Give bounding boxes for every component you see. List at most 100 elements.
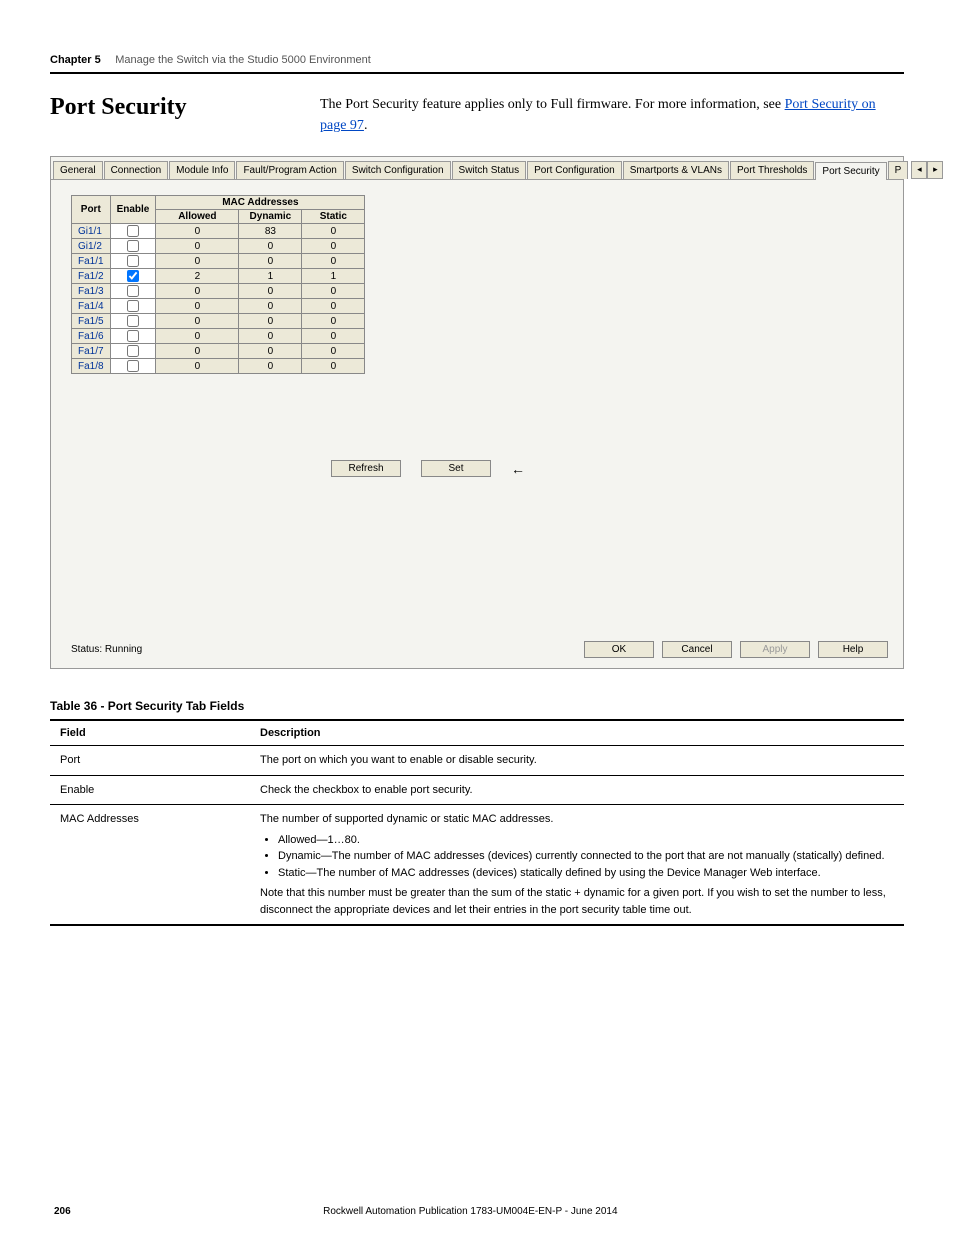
desc-col-desc: Description (250, 720, 904, 746)
static-cell: 0 (302, 314, 365, 329)
dynamic-cell: 0 (239, 329, 302, 344)
status-label: Status: Running (71, 644, 142, 655)
desc-field: Port (50, 746, 250, 776)
section-title: Port Security (50, 94, 320, 136)
port-security-table: Port Enable MAC Addresses Allowed Dynami… (71, 195, 365, 374)
tab-thresholds[interactable]: Port Thresholds (730, 161, 814, 179)
arrow-left-icon: ← (511, 461, 525, 477)
port-cell: Fa1/5 (72, 314, 111, 329)
port-cell: Fa1/2 (72, 269, 111, 284)
static-cell: 0 (302, 239, 365, 254)
allowed-cell[interactable]: 0 (156, 254, 239, 269)
desc-field: Enable (50, 775, 250, 805)
description-table: Field Description Port The port on which… (50, 719, 904, 926)
tab-scroll-right-icon[interactable]: ▸ (927, 161, 943, 179)
dynamic-cell: 0 (239, 239, 302, 254)
dialog-body: Port Enable MAC Addresses Allowed Dynami… (51, 180, 903, 635)
enable-checkbox[interactable] (127, 225, 139, 237)
enable-cell (110, 239, 156, 254)
apply-button[interactable]: Apply (740, 641, 810, 658)
static-cell: 1 (302, 269, 365, 284)
refresh-button[interactable]: Refresh (331, 460, 401, 477)
allowed-cell[interactable]: 0 (156, 314, 239, 329)
table-row: Fa1/8000 (72, 359, 365, 374)
static-cell: 0 (302, 359, 365, 374)
enable-checkbox[interactable] (127, 270, 139, 282)
table-row: Fa1/2211 (72, 269, 365, 284)
static-cell: 0 (302, 329, 365, 344)
desc-field: MAC Addresses (50, 805, 250, 926)
tab-scroll-left-icon[interactable]: ◂ (911, 161, 927, 179)
enable-checkbox[interactable] (127, 315, 139, 327)
table-row: Fa1/4000 (72, 299, 365, 314)
bullet: Dynamic—The number of MAC addresses (dev… (278, 848, 894, 865)
col-mac-group: MAC Addresses (156, 196, 365, 210)
set-button[interactable]: Set (421, 460, 491, 477)
col-enable: Enable (110, 196, 156, 224)
intro-section: Port Security The Port Security feature … (50, 94, 904, 136)
col-allowed: Allowed (156, 210, 239, 224)
tab-switch-status[interactable]: Switch Status (452, 161, 527, 179)
allowed-cell[interactable]: 0 (156, 284, 239, 299)
bullet: Allowed—1…80. (278, 832, 894, 849)
port-cell: Fa1/1 (72, 254, 111, 269)
desc-col-field: Field (50, 720, 250, 746)
enable-checkbox[interactable] (127, 360, 139, 372)
allowed-cell[interactable]: 0 (156, 359, 239, 374)
tab-switch-config[interactable]: Switch Configuration (345, 161, 451, 179)
allowed-cell[interactable]: 0 (156, 344, 239, 359)
port-cell: Gi1/1 (72, 224, 111, 239)
port-cell: Fa1/6 (72, 329, 111, 344)
mac-intro: The number of supported dynamic or stati… (260, 811, 894, 828)
port-cell: Fa1/3 (72, 284, 111, 299)
tab-port-security[interactable]: Port Security (815, 162, 886, 180)
tab-strip: General Connection Module Info Fault/Pro… (51, 157, 903, 180)
table-row: Gi1/2000 (72, 239, 365, 254)
ok-button[interactable]: OK (584, 641, 654, 658)
enable-checkbox[interactable] (127, 285, 139, 297)
dynamic-cell: 0 (239, 284, 302, 299)
col-dynamic: Dynamic (239, 210, 302, 224)
enable-checkbox[interactable] (127, 255, 139, 267)
tab-fault[interactable]: Fault/Program Action (236, 161, 343, 179)
allowed-cell[interactable]: 0 (156, 224, 239, 239)
dialog-footer: Status: Running OK Cancel Apply Help (51, 635, 903, 668)
allowed-cell[interactable]: 2 (156, 269, 239, 284)
allowed-cell[interactable]: 0 (156, 329, 239, 344)
tab-module-info[interactable]: Module Info (169, 161, 235, 179)
dynamic-cell: 0 (239, 314, 302, 329)
tab-smartports[interactable]: Smartports & VLANs (623, 161, 729, 179)
port-cell: Gi1/2 (72, 239, 111, 254)
desc-value: The number of supported dynamic or stati… (250, 805, 904, 926)
static-cell: 0 (302, 254, 365, 269)
action-row: Refresh Set ← (331, 460, 525, 477)
tab-port-config[interactable]: Port Configuration (527, 161, 622, 179)
allowed-cell[interactable]: 0 (156, 299, 239, 314)
enable-cell (110, 224, 156, 239)
enable-checkbox[interactable] (127, 330, 139, 342)
tab-connection[interactable]: Connection (104, 161, 169, 179)
page-footer: 206 Rockwell Automation Publication 1783… (50, 1206, 904, 1217)
port-cell: Fa1/7 (72, 344, 111, 359)
enable-cell (110, 344, 156, 359)
port-cell: Fa1/8 (72, 359, 111, 374)
port-cell: Fa1/4 (72, 299, 111, 314)
static-cell: 0 (302, 224, 365, 239)
chapter-title: Manage the Switch via the Studio 5000 En… (115, 54, 371, 66)
static-cell: 0 (302, 284, 365, 299)
table-row: Gi1/10830 (72, 224, 365, 239)
tab-general[interactable]: General (53, 161, 103, 179)
enable-checkbox[interactable] (127, 300, 139, 312)
bullet: Static—The number of MAC addresses (devi… (278, 865, 894, 882)
help-button[interactable]: Help (818, 641, 888, 658)
tab-partial[interactable]: P (888, 161, 909, 179)
mac-note: Note that this number must be greater th… (260, 885, 894, 918)
cancel-button[interactable]: Cancel (662, 641, 732, 658)
enable-cell (110, 299, 156, 314)
enable-cell (110, 284, 156, 299)
static-cell: 0 (302, 299, 365, 314)
enable-checkbox[interactable] (127, 240, 139, 252)
enable-checkbox[interactable] (127, 345, 139, 357)
dynamic-cell: 0 (239, 254, 302, 269)
allowed-cell[interactable]: 0 (156, 239, 239, 254)
